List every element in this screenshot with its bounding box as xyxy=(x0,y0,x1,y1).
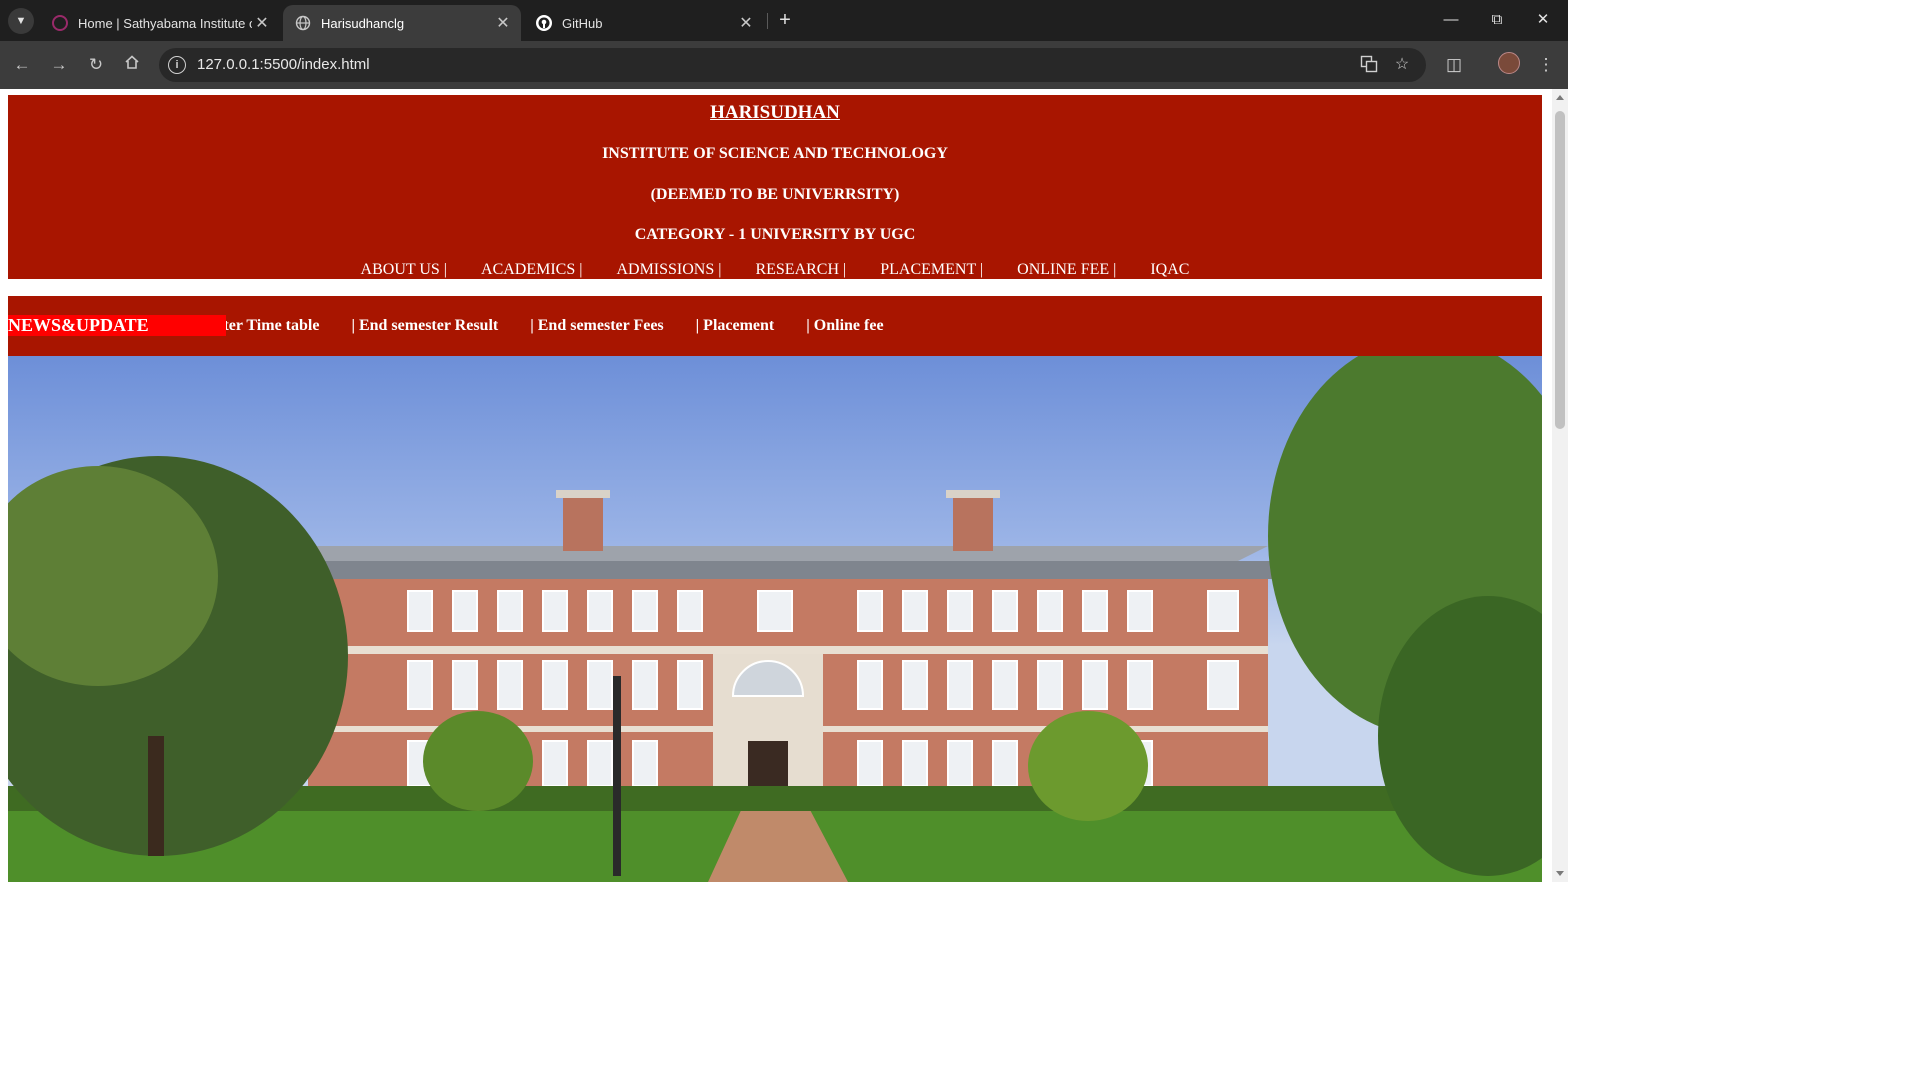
site-header: HARISUDHAN INSTITUTE OF SCIENCE AND TECH… xyxy=(8,95,1542,279)
tab-divider xyxy=(767,13,768,29)
close-icon: ✕ xyxy=(1536,11,1550,28)
chevron-down-icon: ▼ xyxy=(15,15,27,27)
page-scrollbar[interactable] xyxy=(1552,89,1568,882)
institute-name[interactable]: HARISUDHAN xyxy=(8,102,1542,124)
tab-search-button[interactable]: ▼ xyxy=(8,8,34,34)
browser-tab-strip: ▼ Home | Sathyabama Institute of ✕ Haris… xyxy=(0,0,1568,41)
scroll-up-arrow-icon[interactable] xyxy=(1556,95,1564,100)
restore-icon: ⧉ xyxy=(1491,11,1503,28)
plus-icon: + xyxy=(779,9,791,31)
reload-icon: ↻ xyxy=(88,55,104,74)
site-info-icon[interactable]: i xyxy=(168,56,186,74)
translate-icon[interactable] xyxy=(1358,55,1380,75)
nav-iqac[interactable]: IQAC xyxy=(1150,261,1189,279)
back-button[interactable]: ← xyxy=(10,53,34,77)
institute-status: (DEEMED TO BE UNIVERRSITY) xyxy=(650,186,900,203)
browser-toolbar: ← → ↻ i 127.0.0.1:5500/index.html ☆ ◫ ⋮ xyxy=(0,41,1568,89)
home-button[interactable] xyxy=(120,53,144,77)
page-viewport: HARISUDHAN INSTITUTE OF SCIENCE AND TECH… xyxy=(0,89,1552,882)
news-item-online-fee[interactable]: | Online fee xyxy=(806,317,883,334)
new-tab-button[interactable]: + xyxy=(774,8,796,32)
forward-button[interactable]: → xyxy=(47,53,71,77)
nav-about-us[interactable]: ABOUT US | xyxy=(361,261,447,279)
institute-category: CATEGORY - 1 UNIVERSITY BY UGC xyxy=(634,226,916,243)
nav-online-fee[interactable]: ONLINE FEE | xyxy=(1017,261,1116,279)
globe-icon xyxy=(295,15,311,31)
close-window-button[interactable]: ✕ xyxy=(1520,6,1566,34)
main-nav: ABOUT US | ACADEMICS | ADMISSIONS | RESE… xyxy=(8,261,1542,279)
close-icon[interactable]: ✕ xyxy=(736,13,756,33)
back-arrow-icon: ← xyxy=(13,55,31,74)
nav-research[interactable]: RESEARCH | xyxy=(755,261,846,279)
college-building-illustration xyxy=(8,356,1542,882)
extensions-button[interactable]: ◫ xyxy=(1442,53,1466,77)
kebab-menu-icon: ⋮ xyxy=(1537,55,1555,74)
sathyabama-favicon xyxy=(52,15,68,31)
puzzle-icon: ◫ xyxy=(1445,55,1463,74)
close-icon[interactable]: ✕ xyxy=(252,13,272,33)
tab-title: Harisudhanclg xyxy=(321,15,405,31)
news-item-result[interactable]: | End semester Result xyxy=(351,317,498,334)
restore-button[interactable]: ⧉ xyxy=(1474,6,1520,34)
reload-button[interactable]: ↻ xyxy=(84,53,108,77)
tab-harisudhanclg[interactable]: Harisudhanclg ✕ xyxy=(283,5,521,41)
home-icon xyxy=(124,55,140,74)
college-building-photo xyxy=(8,356,1542,882)
nav-academics[interactable]: ACADEMICS | xyxy=(481,261,582,279)
tab-title: GitHub xyxy=(562,15,603,31)
news-item-timetable[interactable]: End semester Time table xyxy=(226,317,319,334)
address-bar[interactable]: i 127.0.0.1:5500/index.html ☆ xyxy=(159,48,1426,82)
browser-menu-button[interactable]: ⋮ xyxy=(1534,53,1558,77)
news-item-placement[interactable]: | Placement xyxy=(696,317,775,334)
tab-sathyabama[interactable]: Home | Sathyabama Institute of ✕ xyxy=(40,5,280,41)
profile-avatar[interactable] xyxy=(1498,52,1520,74)
minimize-button[interactable]: — xyxy=(1428,6,1474,34)
tab-github[interactable]: GitHub ✕ xyxy=(524,5,764,41)
url-text[interactable]: 127.0.0.1:5500/index.html xyxy=(197,56,370,73)
scroll-down-arrow-icon[interactable] xyxy=(1556,871,1564,876)
news-item-fees[interactable]: | End semester Fees xyxy=(530,317,663,334)
news-ticker: End semester Time table | End semester R… xyxy=(226,315,1542,337)
github-icon xyxy=(536,15,552,31)
nav-admissions[interactable]: ADMISSIONS | xyxy=(616,261,721,279)
news-bar: NEWS&UPDATE End semester Time table | En… xyxy=(8,296,1542,356)
close-icon[interactable]: ✕ xyxy=(493,13,513,33)
institute-subtitle: INSTITUTE OF SCIENCE AND TECHNOLOGY xyxy=(602,145,948,162)
bookmark-star-icon[interactable]: ☆ xyxy=(1391,55,1413,75)
news-label: NEWS&UPDATE xyxy=(8,315,226,336)
minimize-icon: — xyxy=(1443,11,1459,28)
scrollbar-thumb[interactable] xyxy=(1555,111,1565,429)
nav-placement[interactable]: PLACEMENT | xyxy=(880,261,983,279)
tab-title: Home | Sathyabama Institute of xyxy=(78,15,252,31)
forward-arrow-icon: → xyxy=(50,55,68,74)
